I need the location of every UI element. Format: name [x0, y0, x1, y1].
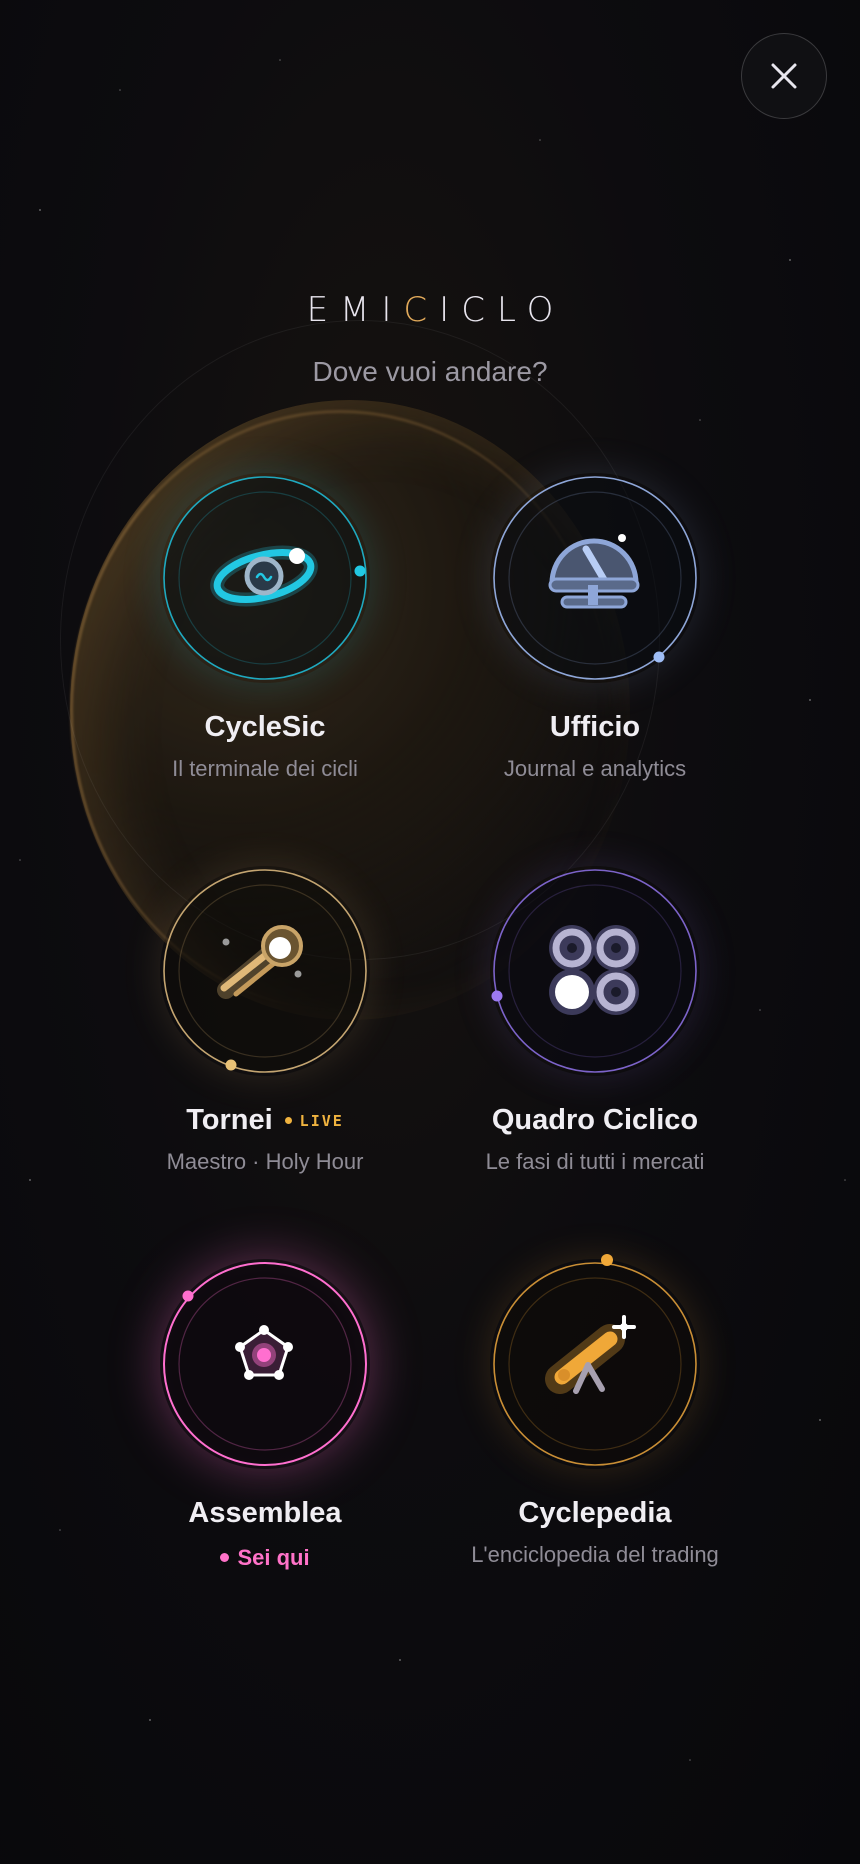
live-badge: LIVE — [285, 1112, 344, 1130]
nav-item-cyclesic[interactable]: CycleSic Il terminale dei cicli — [100, 473, 430, 782]
ufficio-title: Ufficio — [549, 711, 641, 743]
brand-logo: EMICICLO — [0, 290, 860, 330]
nav-item-tornei[interactable]: Tornei LIVE Maestro · Holy Hour — [100, 866, 430, 1175]
nav-item-quadro-ciclico[interactable]: Quadro Ciclico Le fasi di tutti i mercat… — [430, 866, 760, 1175]
ufficio-subtitle: Journal e analytics — [503, 756, 687, 781]
nav-item-cyclepedia[interactable]: Cyclepedia L'enciclopedia del trading — [430, 1254, 760, 1568]
brand-post: ICLO — [439, 290, 566, 330]
cyclesic-subtitle: Il terminale dei cicli — [172, 756, 358, 781]
galaxy-icon — [210, 545, 318, 607]
cyclepedia-subtitle: L'enciclopedia del trading — [471, 1542, 719, 1567]
telescope-icon — [545, 1315, 636, 1394]
pentagon-network-icon — [235, 1325, 293, 1380]
page-subtitle: Dove vuoi andare? — [312, 356, 548, 387]
comet-icon — [217, 925, 303, 999]
quadro-title: Quadro Ciclico — [491, 1104, 699, 1136]
tornei-subtitle: Maestro · Holy Hour — [166, 1149, 364, 1174]
observatory-icon — [548, 534, 640, 609]
nav-item-assemblea[interactable]: Assemblea Sei qui — [100, 1259, 430, 1571]
nav-item-ufficio[interactable]: Ufficio Journal e analytics — [430, 473, 760, 782]
tornei-title: Tornei — [186, 1104, 273, 1136]
brand-pre: EMI — [306, 290, 404, 330]
cyclepedia-title: Cyclepedia — [518, 1497, 672, 1529]
assemblea-title: Assemblea — [188, 1497, 342, 1529]
grid-cycles-icon — [549, 925, 639, 1015]
close-icon — [771, 63, 797, 89]
brand-accent: C — [403, 290, 440, 330]
current-location-indicator: Sei qui — [220, 1545, 309, 1571]
quadro-subtitle: Le fasi di tutti i mercati — [485, 1149, 705, 1174]
close-button[interactable] — [741, 33, 827, 119]
cyclesic-title: CycleSic — [204, 711, 326, 743]
